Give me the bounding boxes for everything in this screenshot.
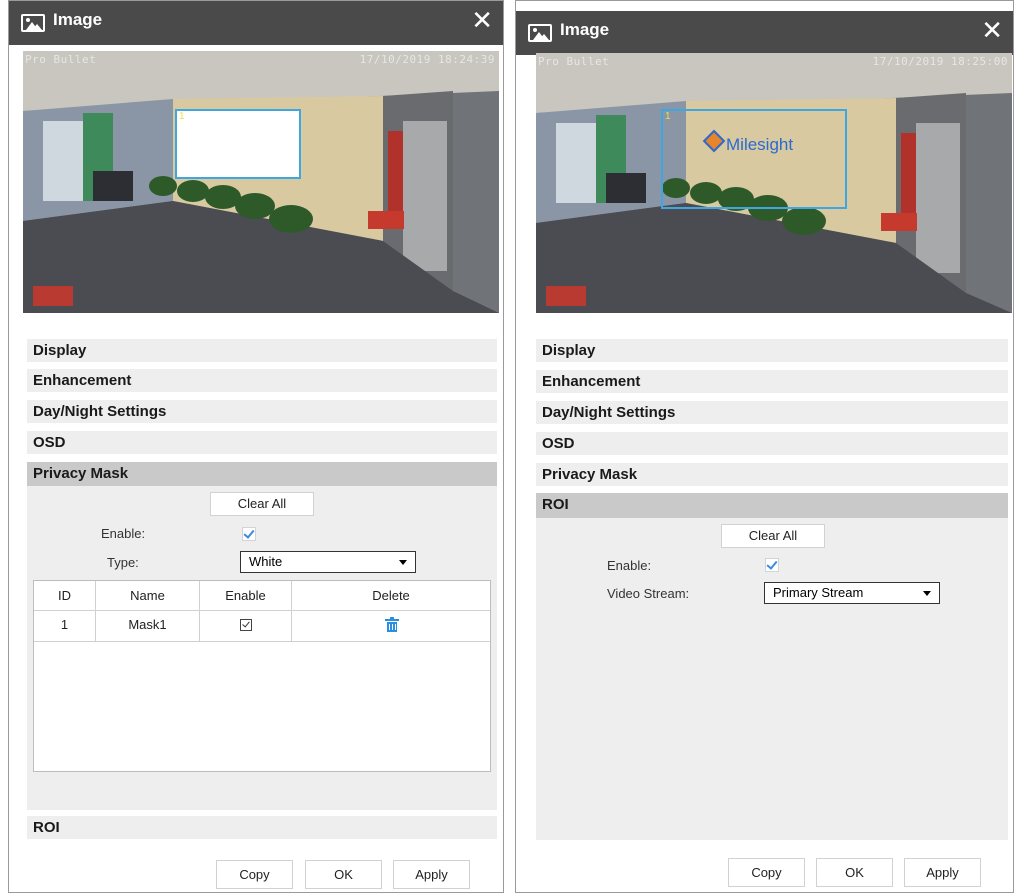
camera-scene bbox=[23, 51, 499, 313]
trash-icon[interactable] bbox=[385, 617, 399, 632]
table-row[interactable]: 1 Mask1 bbox=[34, 610, 490, 642]
mask-table: ID Name Enable Delete 1 Mask1 bbox=[33, 580, 491, 772]
video-stream-select[interactable]: Primary Stream bbox=[764, 582, 940, 604]
channel-name-osd: Pro Bullet bbox=[538, 55, 610, 68]
column-header-delete: Delete bbox=[372, 588, 410, 603]
section-privacy-mask[interactable]: Privacy Mask bbox=[27, 462, 497, 486]
dialog-title: Image bbox=[560, 20, 610, 39]
cell-delete bbox=[292, 610, 490, 641]
enable-checkbox[interactable] bbox=[242, 527, 256, 541]
section-privacy-mask[interactable]: Privacy Mask bbox=[536, 463, 1008, 486]
image-icon bbox=[21, 14, 45, 32]
copy-button[interactable]: Copy bbox=[216, 860, 293, 889]
live-video-preview[interactable]: Pro Bullet 17/10/2019 18:25:00 Milesight… bbox=[536, 53, 1012, 313]
cell-id: 1 bbox=[34, 610, 96, 641]
enable-checkbox[interactable] bbox=[765, 558, 779, 572]
column-header-enable: Enable bbox=[200, 581, 292, 610]
type-select-value: White bbox=[249, 554, 283, 569]
dropdown-arrow-icon bbox=[923, 591, 931, 596]
section-roi[interactable]: ROI bbox=[27, 816, 497, 839]
checkmark-icon bbox=[766, 558, 778, 570]
section-osd[interactable]: OSD bbox=[536, 432, 1008, 455]
close-icon[interactable]: ✕ bbox=[981, 16, 1003, 46]
roi-region[interactable] bbox=[661, 109, 847, 209]
enable-label: Enable: bbox=[101, 526, 146, 541]
right-titlebar: Image ✕ bbox=[516, 11, 1013, 55]
enable-label: Enable: bbox=[607, 558, 652, 573]
section-enhancement[interactable]: Enhancement bbox=[536, 370, 1008, 393]
section-roi[interactable]: ROI bbox=[536, 493, 1008, 518]
section-enhancement[interactable]: Enhancement bbox=[27, 369, 497, 392]
apply-button[interactable]: Apply bbox=[904, 858, 981, 887]
right-image-dialog: Image ✕ Pro Bullet 17/10/2019 18:25:00 M… bbox=[515, 0, 1014, 893]
apply-button[interactable]: Apply bbox=[393, 860, 470, 889]
privacy-mask-panel: Clear All Enable: Type: White ID Name En… bbox=[27, 486, 497, 810]
video-stream-label: Video Stream: bbox=[607, 586, 690, 601]
type-label: Type: bbox=[107, 555, 139, 570]
timestamp-osd: 17/10/2019 18:24:39 bbox=[359, 53, 495, 66]
roi-id-label: 1 bbox=[665, 111, 671, 122]
type-select[interactable]: White bbox=[240, 551, 416, 573]
close-icon[interactable]: ✕ bbox=[471, 6, 493, 36]
column-header-name: Name bbox=[96, 581, 200, 610]
timestamp-osd: 17/10/2019 18:25:00 bbox=[872, 55, 1008, 68]
image-icon bbox=[528, 24, 552, 42]
mask-id-label: 1 bbox=[179, 111, 185, 122]
live-video-preview[interactable]: Pro Bullet 17/10/2019 18:24:39 1 bbox=[23, 51, 499, 313]
cell-name: Mask1 bbox=[96, 610, 200, 641]
section-day-night[interactable]: Day/Night Settings bbox=[536, 401, 1008, 424]
row-enable-checkbox[interactable] bbox=[240, 619, 252, 631]
ok-button[interactable]: OK bbox=[305, 860, 382, 889]
copy-button[interactable]: Copy bbox=[728, 858, 805, 887]
section-osd[interactable]: OSD bbox=[27, 431, 497, 454]
checkmark-icon bbox=[243, 527, 255, 539]
clear-all-button[interactable]: Clear All bbox=[721, 524, 825, 548]
privacy-mask-region[interactable] bbox=[175, 109, 301, 179]
left-titlebar: Image ✕ bbox=[9, 1, 503, 45]
ok-button[interactable]: OK bbox=[816, 858, 893, 887]
roi-panel: Clear All Enable: Video Stream: Primary … bbox=[536, 518, 1008, 840]
checkmark-icon bbox=[242, 619, 250, 628]
channel-name-osd: Pro Bullet bbox=[25, 53, 97, 66]
section-display[interactable]: Display bbox=[27, 339, 497, 362]
table-header: ID Name Enable Delete bbox=[34, 581, 490, 611]
clear-all-button[interactable]: Clear All bbox=[210, 492, 314, 516]
section-day-night[interactable]: Day/Night Settings bbox=[27, 400, 497, 423]
left-image-dialog: Image ✕ Pro Bullet 17/10/2019 18:24:39 1… bbox=[8, 0, 504, 893]
cell-enable bbox=[200, 610, 292, 641]
column-header-id: ID bbox=[34, 581, 96, 610]
dialog-title: Image bbox=[53, 10, 103, 29]
dropdown-arrow-icon bbox=[399, 560, 407, 565]
section-display[interactable]: Display bbox=[536, 339, 1008, 362]
video-stream-value: Primary Stream bbox=[773, 585, 864, 600]
